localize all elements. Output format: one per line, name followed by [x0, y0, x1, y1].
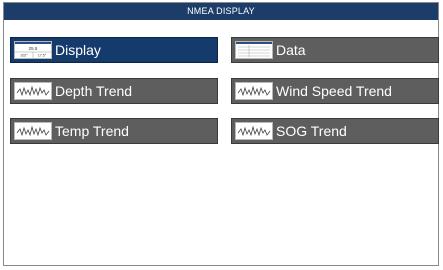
thumbnail-right-value: 17.5°: [38, 54, 47, 58]
trend-graph-icon: [14, 122, 52, 140]
menu-label-data: Data: [276, 42, 306, 58]
trend-graph-icon: [235, 122, 273, 140]
trend-graph-icon: [235, 82, 273, 100]
nmea-display-screen: NMEA DISPLAY 25.5 102° 17.5° Display Dat…: [3, 2, 439, 266]
data-table-icon: [235, 41, 273, 59]
menu-label-depth-trend: Depth Trend: [55, 83, 133, 99]
menu-label-temp-trend: Temp Trend: [55, 123, 129, 139]
menu-button-wind-speed-trend[interactable]: Wind Speed Trend: [231, 78, 439, 104]
thumbnail-left-value: 102°: [20, 54, 28, 58]
trend-graph-icon: [14, 82, 52, 100]
menu-label-sog-trend: SOG Trend: [276, 123, 347, 139]
menu-button-temp-trend[interactable]: Temp Trend: [10, 118, 218, 144]
display-thumbnail-icon: 25.5 102° 17.5°: [14, 41, 52, 59]
menu-button-display[interactable]: 25.5 102° 17.5° Display: [10, 37, 218, 63]
window-title: NMEA DISPLAY: [4, 3, 438, 20]
menu-button-depth-trend[interactable]: Depth Trend: [10, 78, 218, 104]
thumbnail-value: 25.5: [29, 46, 38, 51]
menu-label-display: Display: [55, 42, 101, 58]
menu-button-data[interactable]: Data: [231, 37, 439, 63]
menu-button-sog-trend[interactable]: SOG Trend: [231, 118, 439, 144]
menu-label-wind-speed-trend: Wind Speed Trend: [276, 83, 392, 99]
